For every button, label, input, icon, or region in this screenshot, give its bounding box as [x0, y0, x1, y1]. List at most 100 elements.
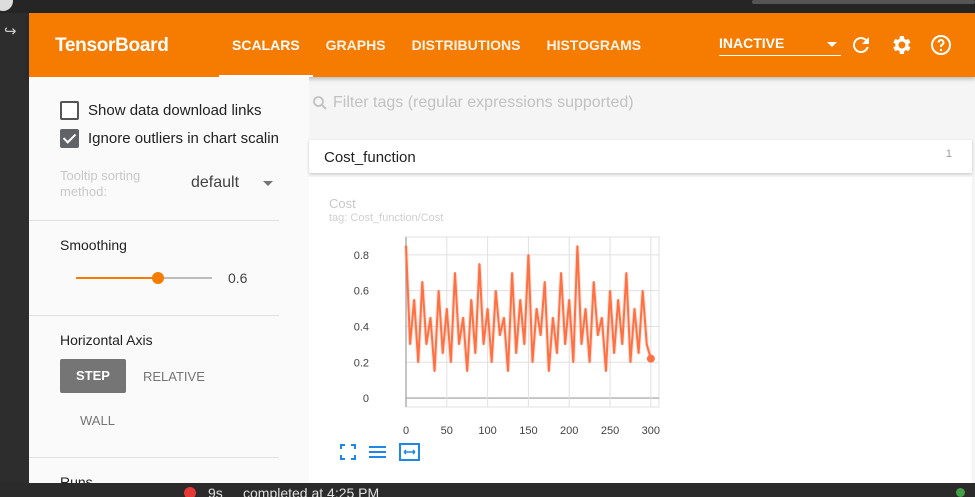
axis-wall-button[interactable]: WALL	[80, 413, 115, 428]
data-point	[556, 352, 558, 355]
ignore-outliers-clip: Ignore outliers in chart scaling	[29, 77, 279, 177]
tag-filter-input[interactable]: Filter tags (regular expressions support…	[311, 94, 634, 112]
data-point	[637, 352, 640, 355]
data-point	[450, 361, 452, 364]
data-point	[596, 334, 599, 337]
error-icon	[184, 487, 196, 497]
status-bar: 9s completed at 4:25 PM	[0, 483, 975, 497]
tag-filter-placeholder: Filter tags (regular expressions support…	[333, 94, 634, 111]
category-name: Cost_function	[324, 149, 416, 166]
data-point	[560, 271, 562, 274]
divider	[29, 457, 279, 458]
data-point	[499, 334, 501, 337]
data-point	[490, 361, 493, 364]
window-control[interactable]	[0, 0, 13, 11]
x-tick-label: 250	[601, 425, 619, 437]
data-point	[527, 254, 530, 256]
tooltip-sorting-label: Tooltip sorting method:	[60, 168, 141, 199]
data-point	[421, 280, 424, 283]
data-point	[588, 361, 591, 364]
data-point	[572, 361, 575, 364]
status-select[interactable]: INACTIVE	[719, 35, 841, 56]
data-point	[503, 316, 505, 319]
tooltip-sorting-value: default	[191, 174, 240, 191]
data-point	[641, 289, 644, 292]
exit-icon[interactable]: ↪	[4, 23, 22, 39]
app-header: TensorBoard SCALARS GRAPHS DISTRIBUTIONS…	[29, 13, 975, 77]
search-icon	[313, 96, 327, 110]
data-point	[543, 280, 546, 283]
data-point	[511, 271, 513, 274]
status-message: completed at 4:25 PM	[243, 485, 380, 497]
smoothing-title: Smoothing	[60, 237, 127, 253]
tab-distributions[interactable]: DISTRIBUTIONS	[399, 13, 534, 77]
window-scrollbar[interactable]	[752, 0, 975, 4]
smoothing-slider[interactable]	[76, 272, 212, 284]
app-title: TensorBoard	[55, 35, 169, 56]
data-point	[519, 298, 522, 301]
ignore-outliers-option[interactable]: Ignore outliers in chart scaling	[60, 129, 279, 148]
x-tick-label: 300	[642, 425, 660, 437]
dropdown-caret-icon	[827, 42, 837, 47]
data-point	[507, 370, 509, 373]
data-point	[633, 307, 636, 310]
fit-domain-icon[interactable]	[399, 443, 420, 461]
axis-relative-button[interactable]: RELATIVE	[143, 369, 205, 384]
window-top-strip	[0, 0, 975, 13]
checkbox-ignore-outliers[interactable]	[60, 129, 79, 148]
data-point	[564, 343, 566, 346]
category-count: 1	[945, 148, 952, 160]
data-point	[441, 352, 444, 355]
data-point	[613, 352, 615, 355]
data-point	[454, 271, 456, 274]
data-point	[417, 361, 420, 364]
data-point	[539, 334, 542, 337]
tab-histograms[interactable]: HISTOGRAMS	[533, 13, 654, 77]
cost-line-chart[interactable]: 0 0.2 0.4 0.6 0.8 0 50 100 150 200 250 300	[309, 177, 972, 447]
data-point	[466, 370, 469, 373]
smoothing-slider-thumb[interactable]	[151, 272, 164, 284]
axis-step-button[interactable]: STEP	[60, 359, 126, 393]
data-point	[515, 352, 517, 355]
toggle-log-scale-icon[interactable]	[369, 446, 386, 458]
data-point	[470, 298, 473, 301]
data-point	[576, 245, 579, 247]
category-header[interactable]: Cost_function 1	[309, 140, 972, 173]
data-point	[437, 289, 440, 292]
x-tick-label: 150	[519, 425, 537, 437]
data-point	[552, 316, 554, 319]
dropdown-caret-icon	[263, 181, 273, 186]
data-point	[629, 361, 632, 364]
data-point	[409, 343, 411, 346]
fullscreen-icon[interactable]	[340, 444, 356, 460]
data-point	[621, 343, 624, 346]
x-tick-label: 100	[478, 425, 496, 437]
data-point	[425, 343, 428, 346]
data-point	[413, 298, 415, 301]
data-point	[458, 343, 460, 346]
data-point	[625, 271, 628, 274]
smoothing-value: 0.6	[228, 270, 248, 286]
data-point	[482, 343, 485, 346]
data-point	[548, 370, 550, 373]
data-point	[433, 370, 436, 373]
data-point	[617, 298, 619, 301]
tab-scalars[interactable]: SCALARS	[219, 13, 313, 77]
data-point	[446, 307, 448, 310]
horizontal-axis-title: Horizontal Axis	[60, 332, 153, 348]
scalar-chart-card: Cost tag: Cost_function/Cost 0 0.2 0.4 0.6 0…	[309, 177, 972, 487]
status-duration: 9s	[208, 485, 223, 497]
refresh-icon[interactable]	[849, 33, 873, 57]
data-point	[609, 289, 611, 292]
settings-icon[interactable]	[889, 33, 913, 57]
y-tick-label: 0.8	[354, 250, 369, 262]
data-point	[601, 316, 603, 319]
divider	[29, 220, 279, 221]
data-point	[645, 343, 648, 346]
data-point	[531, 361, 534, 364]
help-icon[interactable]	[929, 33, 953, 57]
tooltip-sorting-select[interactable]: default	[191, 174, 273, 194]
nav-tabs: SCALARS GRAPHS DISTRIBUTIONS HISTOGRAMS	[219, 13, 654, 77]
tab-graphs[interactable]: GRAPHS	[313, 13, 399, 77]
data-point	[478, 263, 481, 265]
